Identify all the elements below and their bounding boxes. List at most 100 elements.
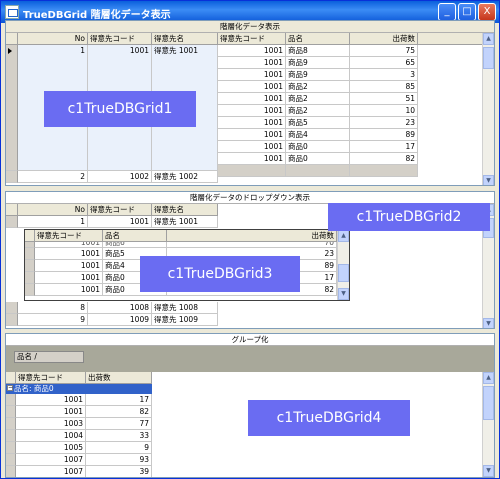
grid1-detail-qty[interactable]: 65 <box>350 57 418 69</box>
grid1-detail-qty[interactable]: 51 <box>350 93 418 105</box>
grid3-row-selector[interactable] <box>25 272 35 284</box>
grid1-header-no[interactable]: No <box>18 33 88 45</box>
grid2-cell-no[interactable]: 9 <box>18 314 88 326</box>
grid2-cell-name[interactable]: 得意先 1001 <box>152 216 218 228</box>
grid2-row-selector[interactable] <box>6 314 18 326</box>
grid1-detail-code[interactable]: 1001 <box>218 129 286 141</box>
grid1-detail-item[interactable]: 商品8 <box>286 45 350 57</box>
grid1-header-detail-code[interactable]: 得意先コード <box>218 33 286 45</box>
grid1-detail-qty[interactable]: 17 <box>350 141 418 153</box>
close-button[interactable]: X <box>478 3 496 21</box>
grid4-row-selector[interactable] <box>6 442 16 454</box>
grid2-cell-name[interactable]: 得意先 1008 <box>152 302 218 314</box>
grid1-detail-qty[interactable]: 82 <box>350 153 418 165</box>
grid4-cell-code[interactable]: 1001 <box>16 406 86 418</box>
grid4-cell-code[interactable]: 1005 <box>16 442 86 454</box>
grid1-row-selector[interactable] <box>6 45 18 171</box>
grid1-vscrollbar[interactable]: ▲ ▼ <box>482 33 494 185</box>
grid4-cell-qty[interactable]: 17 <box>86 394 152 406</box>
grid4-cell-qty[interactable]: 93 <box>86 454 152 466</box>
grid3-header-item[interactable]: 品名 <box>103 230 167 242</box>
grid4-cell-code[interactable]: 1007 <box>16 466 86 477</box>
scroll-up-icon[interactable]: ▲ <box>483 33 494 45</box>
grid1-detail-item[interactable]: 商品0 <box>286 153 350 165</box>
minimize-button[interactable]: _ <box>438 3 456 21</box>
grid4-vscrollbar[interactable]: ▲ ▼ <box>482 372 494 477</box>
scroll-up-icon[interactable]: ▲ <box>338 230 349 242</box>
grid1-detail-qty[interactable]: 23 <box>350 117 418 129</box>
scroll-down-icon[interactable]: ▼ <box>483 175 494 185</box>
grid2-header-no[interactable]: No <box>18 204 88 216</box>
grid2-cell-no[interactable]: 8 <box>18 302 88 314</box>
grid1-detail-code[interactable]: 1001 <box>218 93 286 105</box>
grid1-detail-code[interactable]: 1001 <box>218 57 286 69</box>
grid4-cell-code[interactable]: 1007 <box>16 454 86 466</box>
grid2-row-selector[interactable] <box>6 216 18 228</box>
grid1-detail-item[interactable]: 商品0 <box>286 141 350 153</box>
grid3-header-qty[interactable]: 出荷数 <box>167 230 337 242</box>
scroll-down-icon[interactable]: ▼ <box>338 288 349 300</box>
grid4-row-selector[interactable] <box>6 418 16 430</box>
grid1-detail-item[interactable]: 商品5 <box>286 117 350 129</box>
grid3-row-selector[interactable] <box>25 260 35 272</box>
grid2-cell-name[interactable]: 得意先 1009 <box>152 314 218 326</box>
maximize-button[interactable]: □ <box>458 3 476 21</box>
grid1-detail-item[interactable]: 商品9 <box>286 57 350 69</box>
grid4-row-selector[interactable] <box>6 406 16 418</box>
grid1-header-code[interactable]: 得意先コード <box>88 33 152 45</box>
grid3-header-code[interactable]: 得意先コード <box>35 230 103 242</box>
grid1-detail-item[interactable]: 商品2 <box>286 105 350 117</box>
grid2-cell-code[interactable]: 1008 <box>88 302 152 314</box>
group-chip-item[interactable]: 品名 / <box>14 351 84 363</box>
grid1-cell-name[interactable]: 得意先 1002 <box>152 171 218 183</box>
grid4-cell-qty[interactable]: 82 <box>86 406 152 418</box>
grid3-cell-code[interactable]: 1001 <box>35 284 103 296</box>
grid4-cell-code[interactable]: 1003 <box>16 418 86 430</box>
grid1-detail-qty[interactable]: 89 <box>350 129 418 141</box>
group-row[interactable]: 品名: 商品0 <box>6 384 152 394</box>
grid1-detail-code[interactable]: 1001 <box>218 45 286 57</box>
grid2-cell-code[interactable]: 1001 <box>88 216 152 228</box>
grid1-detail-item[interactable]: 商品9 <box>286 69 350 81</box>
grid4-row-selector[interactable] <box>6 466 16 477</box>
grid1-cell-no[interactable]: 2 <box>18 171 88 183</box>
scroll-up-icon[interactable]: ▲ <box>483 372 494 384</box>
grid3-cell-code[interactable]: 1001 <box>35 260 103 272</box>
grid1-detail-code[interactable]: 1001 <box>218 105 286 117</box>
collapse-icon[interactable]: − <box>7 385 13 391</box>
grid1-row-selector[interactable] <box>6 171 18 183</box>
grid4-header-qty[interactable]: 出荷数 <box>86 372 152 384</box>
grid1-detail-item[interactable]: 商品2 <box>286 81 350 93</box>
grid4-row-selector[interactable] <box>6 394 16 406</box>
grid1-detail-qty[interactable]: 75 <box>350 45 418 57</box>
group-by-panel[interactable]: 品名 / <box>6 346 494 372</box>
grid1-detail-qty[interactable]: 85 <box>350 81 418 93</box>
grid3-row-selector[interactable] <box>25 248 35 260</box>
grid4-row-selector[interactable] <box>6 454 16 466</box>
grid3-cell-code[interactable]: 1001 <box>35 272 103 284</box>
grid2-header-code[interactable]: 得意先コード <box>88 204 152 216</box>
grid1-detail-code[interactable]: 1001 <box>218 117 286 129</box>
grid1-detail-code[interactable]: 1001 <box>218 141 286 153</box>
grid4[interactable]: グループ化 品名 / 得意先コード 出荷数 品名: 商品0 − 1001 17 10… <box>5 333 495 478</box>
grid4-row-selector[interactable] <box>6 430 16 442</box>
grid3-row-selector[interactable] <box>25 284 35 296</box>
grid1-detail-qty[interactable]: 10 <box>350 105 418 117</box>
grid4-cell-code[interactable]: 1004 <box>16 430 86 442</box>
grid4-cell-qty[interactable]: 33 <box>86 430 152 442</box>
scroll-thumb[interactable] <box>483 47 494 69</box>
grid1-detail-code[interactable]: 1001 <box>218 81 286 93</box>
grid1-header-name[interactable]: 得意先名 <box>152 33 218 45</box>
scroll-thumb[interactable] <box>338 264 349 282</box>
grid2-header-name[interactable]: 得意先名 <box>152 204 218 216</box>
grid4-cell-qty[interactable]: 77 <box>86 418 152 430</box>
scroll-down-icon[interactable]: ▼ <box>483 318 494 328</box>
grid3-cell-code[interactable]: 1001 <box>35 248 103 260</box>
grid1-detail-item[interactable]: 商品2 <box>286 93 350 105</box>
grid1-detail-qty[interactable]: 3 <box>350 69 418 81</box>
grid4-cell-qty[interactable]: 9 <box>86 442 152 454</box>
grid1-cell-code[interactable]: 1002 <box>88 171 152 183</box>
grid2-row-selector[interactable] <box>6 302 18 314</box>
grid3-vscrollbar[interactable]: ▲ ▼ <box>337 230 349 300</box>
grid1-detail-item[interactable]: 商品4 <box>286 129 350 141</box>
